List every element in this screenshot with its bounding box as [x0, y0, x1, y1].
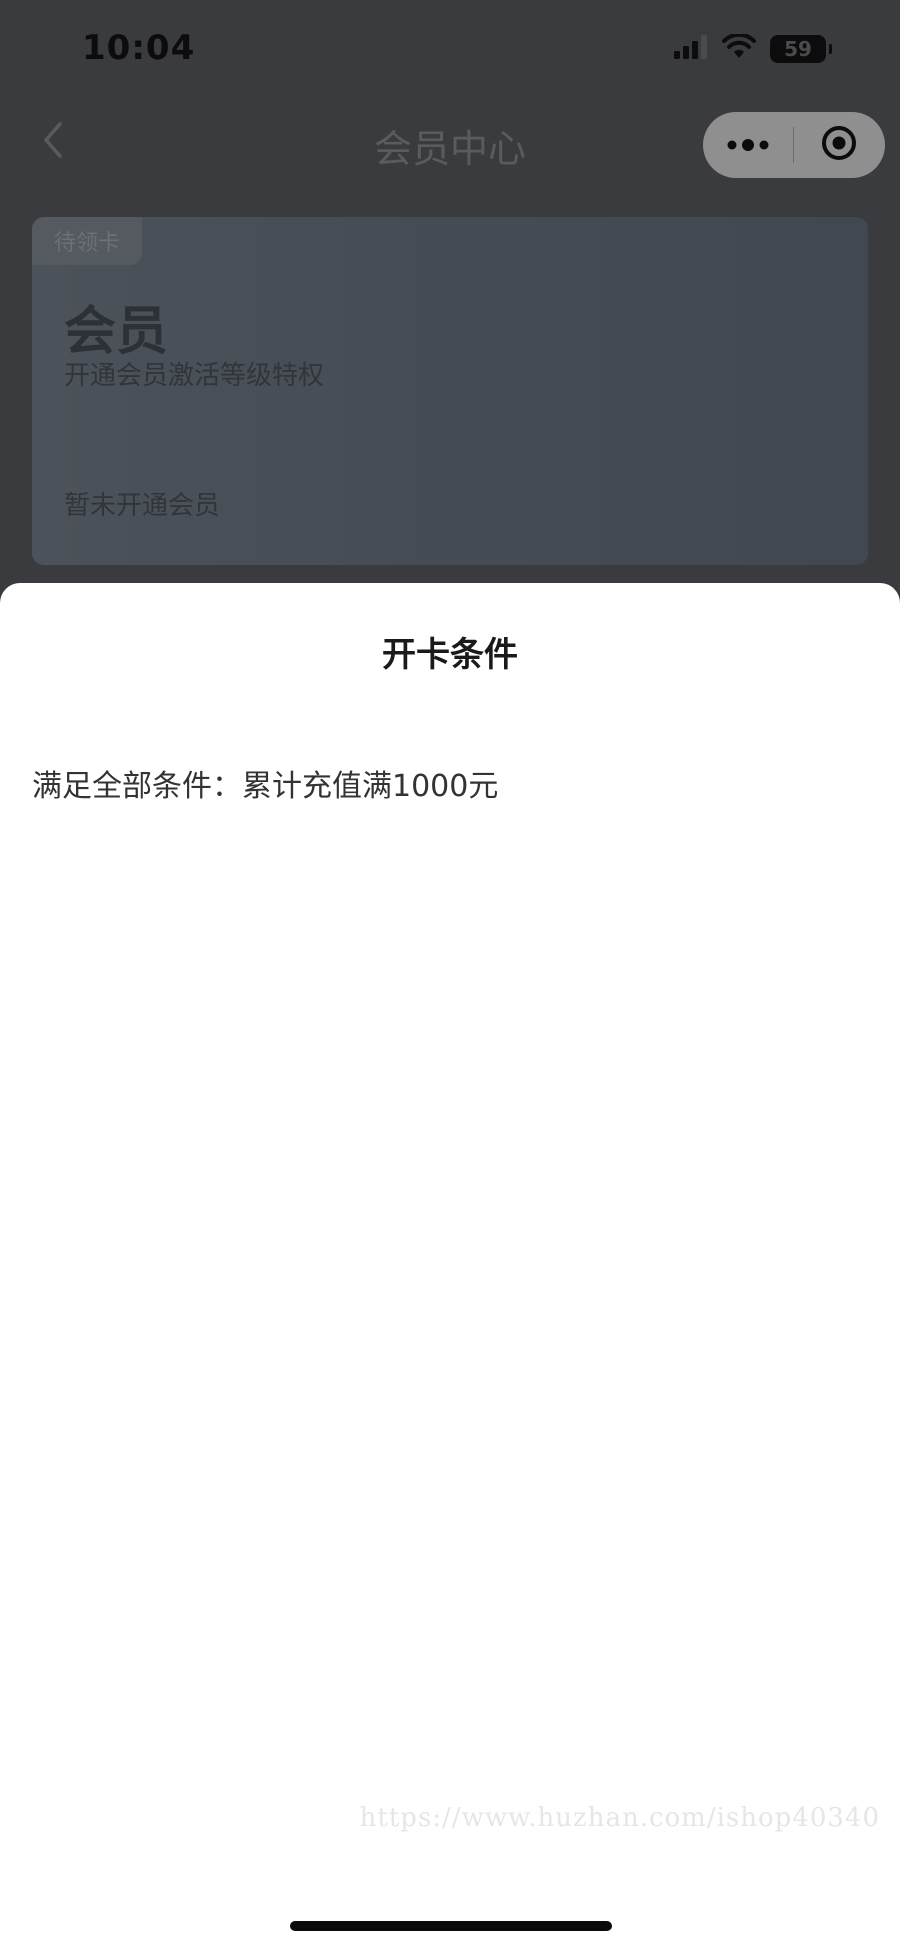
nav-bar: 会员中心	[0, 100, 900, 180]
more-dots-icon	[726, 136, 770, 155]
card-title: 会员	[64, 302, 169, 362]
home-indicator[interactable]	[290, 1921, 612, 1931]
signal-icon	[674, 35, 708, 63]
more-button[interactable]	[703, 112, 793, 178]
card-tag: 待领卡	[32, 217, 143, 265]
card-conditions-sheet: 开卡条件 满足全部条件：累计充值满1000元 https://www.huzha…	[0, 583, 900, 1947]
member-card[interactable]: 待领卡 会员 开通会员激活等级特权 暂未开通会员	[32, 217, 868, 565]
condition-text: 满足全部条件：累计充值满1000元	[32, 769, 499, 804]
battery-icon: 59	[770, 35, 832, 63]
status-bar: 10:04 59	[0, 0, 900, 100]
sheet-title: 开卡条件	[382, 635, 518, 675]
wifi-icon	[722, 32, 756, 64]
card-subtitle: 开通会员激活等级特权	[64, 361, 325, 391]
status-time: 10:04	[82, 28, 196, 68]
target-circle-icon	[820, 124, 858, 166]
watermark: https://www.huzhan.com/ishop40340	[359, 1803, 880, 1833]
status-icons: 59	[674, 32, 832, 64]
close-button[interactable]	[794, 112, 884, 178]
mini-program-capsule	[703, 112, 885, 178]
card-status: 暂未开通会员	[64, 491, 221, 521]
